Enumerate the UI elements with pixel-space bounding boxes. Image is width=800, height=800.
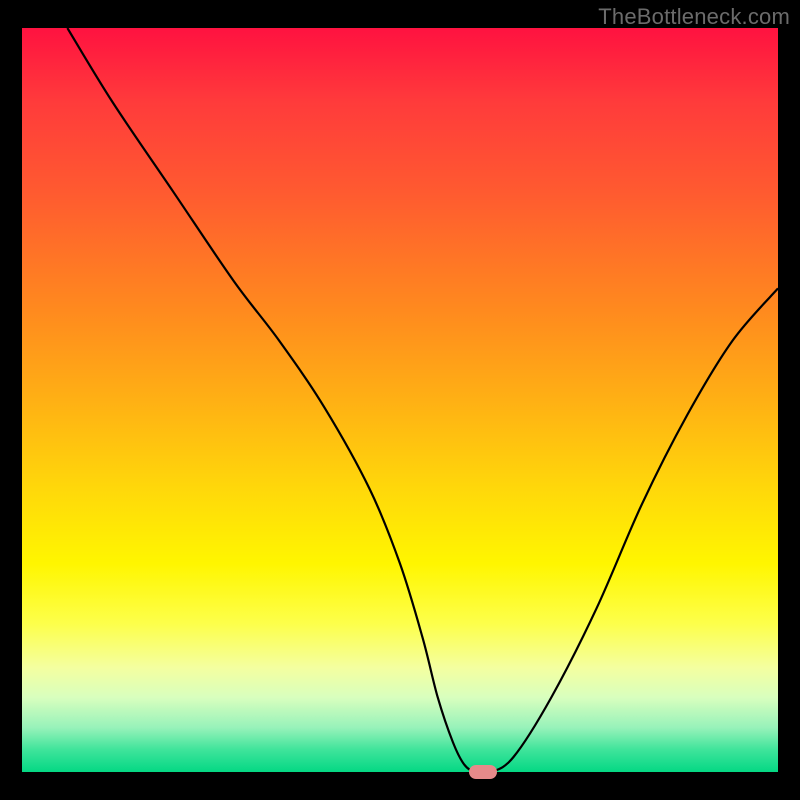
optimal-marker — [469, 765, 497, 779]
plot-area — [22, 28, 778, 772]
watermark-text: TheBottleneck.com — [598, 4, 790, 30]
chart-frame: TheBottleneck.com — [0, 0, 800, 800]
curve-svg — [22, 28, 778, 772]
bottleneck-curve — [67, 28, 778, 772]
